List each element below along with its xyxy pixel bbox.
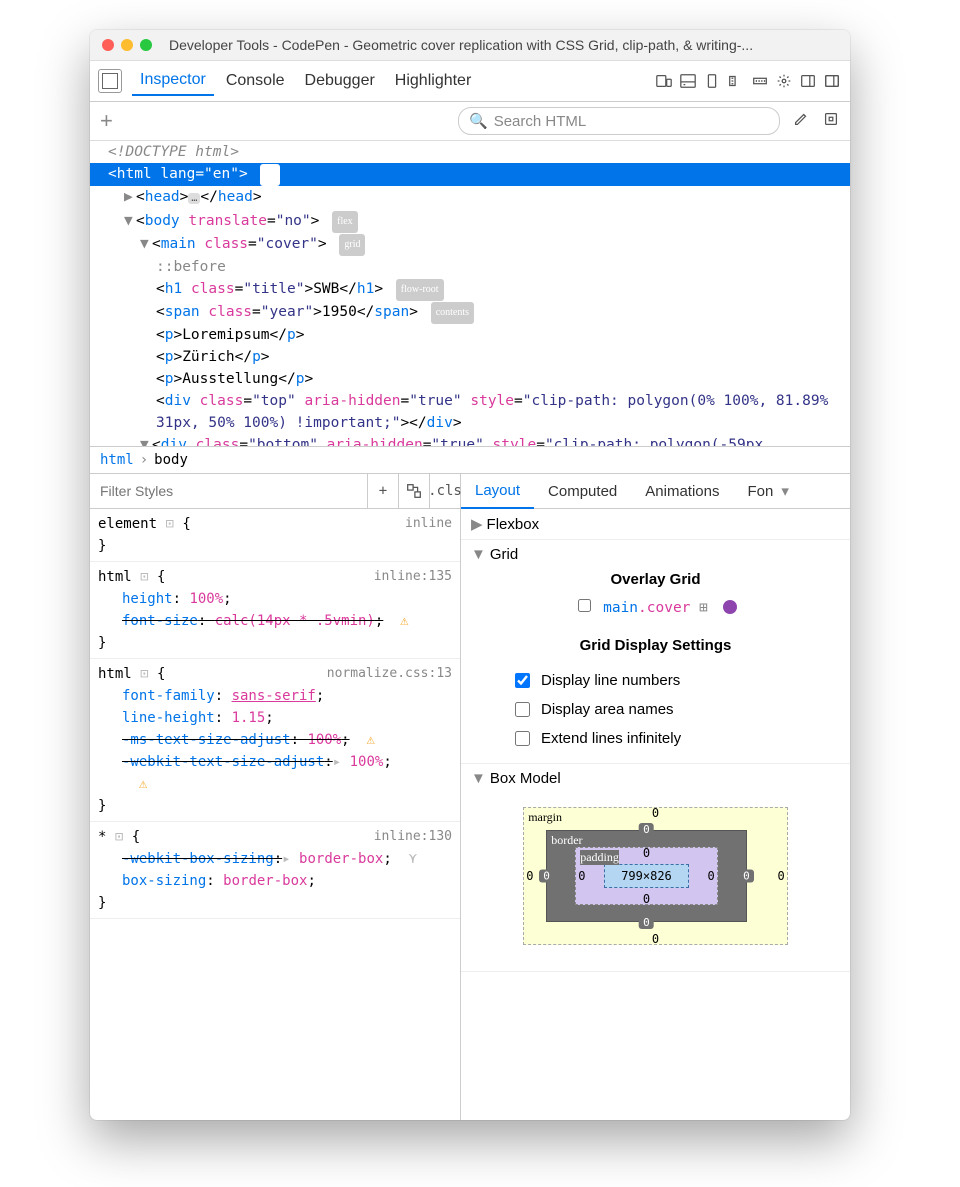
phone-icon[interactable] [702,71,722,91]
filter-bar: + .cls [90,474,460,509]
styles-panel: + .cls element ⊡ {inline } html ⊡ {inlin… [90,474,461,1120]
markup-tree[interactable]: <!DOCTYPE html> <html lang="en"> ev ▶<he… [90,141,850,447]
tab-console[interactable]: Console [218,67,293,95]
chevron-right-icon: › [140,449,148,471]
element-picker-icon[interactable] [98,69,122,93]
opt-line-numbers[interactable]: Display line numbers [511,670,800,691]
filter-icon[interactable]: ⋎ [409,851,417,867]
html-node[interactable]: <html lang="en"> ev [90,163,850,186]
p-node-3[interactable]: <p>Ausstellung</p> [90,368,850,390]
grid-highlight-icon[interactable]: ⊞ [699,600,708,616]
overlay-grid-heading: Overlay Grid [610,571,700,588]
close-icon[interactable] [102,39,114,51]
box-model-diagram[interactable]: margin 0 0 0 0 border 0 0 0 0 [523,807,788,945]
ruler-h-icon[interactable] [750,71,770,91]
h1-node[interactable]: <h1 class="title">SWB</h1> flow-root [90,278,850,301]
search-icon: 🔍 [469,112,488,130]
gear-icon[interactable] [774,71,794,91]
zoom-icon[interactable] [140,39,152,51]
add-rule-icon[interactable]: + [367,474,398,508]
sidebar-tabs: Layout Computed Animations Fon ▾ [461,474,850,509]
span-node[interactable]: <span class="year">1950</span> contents [90,301,850,324]
tab-computed[interactable]: Computed [534,474,631,508]
dock-side-icon[interactable] [798,71,818,91]
markup-toolbar: + 🔍 Search HTML [90,102,850,141]
div-bottom-node[interactable]: ▼<div class="bottom" aria-hidden="true" … [90,434,850,447]
pseudo-toggle-icon[interactable] [398,474,429,508]
layout-panel: Layout Computed Animations Fon ▾ ▶Flexbo… [461,474,850,1120]
titlebar: Developer Tools - CodePen - Geometric co… [90,30,850,61]
rule-html-inline[interactable]: html ⊡ {inline:135 height: 100%; font-si… [90,562,460,659]
crumb-body[interactable]: body [154,449,188,471]
head-node[interactable]: ▶<head>…</head> [90,186,850,210]
before-node[interactable]: ::before [90,256,850,278]
rule-html-normalize[interactable]: html ⊡ {normalize.css:13 font-family: sa… [90,659,460,822]
cls-toggle[interactable]: .cls [429,474,460,508]
p-node-1[interactable]: <p>Loremipsum</p> [90,324,850,346]
tab-layout[interactable]: Layout [461,473,534,509]
search-input[interactable]: 🔍 Search HTML [458,107,780,135]
body-node[interactable]: ▼<body translate="no"> flex [90,210,850,233]
grid-section: ▼Grid Overlay Grid main.cover ⊞ Grid Dis… [461,540,850,764]
tab-animations[interactable]: Animations [631,474,733,508]
add-element-icon[interactable]: + [100,108,113,134]
tab-inspector[interactable]: Inspector [132,66,214,96]
opt-extend-lines[interactable]: Extend lines infinitely [511,728,800,749]
breadcrumb[interactable]: html › body [90,447,850,474]
p-node-2[interactable]: <p>Zürich</p> [90,346,850,368]
doctype-node[interactable]: <!DOCTYPE html> [90,141,850,163]
filter-styles-input[interactable] [90,474,367,508]
tab-debugger[interactable]: Debugger [297,67,383,95]
box-model-section: ▼Box Model margin 0 0 0 0 border 0 [461,764,850,972]
grid-color-icon[interactable] [723,600,737,614]
rules-list: element ⊡ {inline } html ⊡ {inline:135 h… [90,509,460,1120]
panel-tabs: Inspector Console Debugger Highlighter [90,61,850,102]
rule-element[interactable]: element ⊡ {inline } [90,509,460,562]
rule-universal[interactable]: * ⊡ {inline:130 -webkit-box-sizing:▸ bor… [90,822,460,919]
eyedropper-icon[interactable] [822,110,840,132]
ruler-v-icon[interactable] [726,71,746,91]
minimize-icon[interactable] [121,39,133,51]
crumb-html[interactable]: html [100,449,134,471]
flexbox-section[interactable]: ▶Flexbox [461,509,850,540]
box-content: 799×826 [604,864,689,888]
main-node[interactable]: ▼<main class="cover"> grid [90,233,850,256]
console-split-icon[interactable] [678,71,698,91]
div-top-node[interactable]: <div class="top" aria-hidden="true" styl… [90,390,850,434]
tab-fonts[interactable]: Fon [733,474,777,508]
overlay-grid-checkbox[interactable] [578,599,591,612]
dock-bottom-icon[interactable] [822,71,842,91]
opt-area-names[interactable]: Display area names [511,699,800,720]
grid-settings-heading: Grid Display Settings [580,637,732,654]
window-title: Developer Tools - CodePen - Geometric co… [169,37,753,53]
edit-html-icon[interactable] [792,110,810,132]
devtools-window: Developer Tools - CodePen - Geometric co… [90,30,850,1120]
tab-highlighter[interactable]: Highlighter [387,67,479,95]
chevron-down-icon[interactable]: ▾ [777,482,793,500]
responsive-icon[interactable] [654,71,674,91]
